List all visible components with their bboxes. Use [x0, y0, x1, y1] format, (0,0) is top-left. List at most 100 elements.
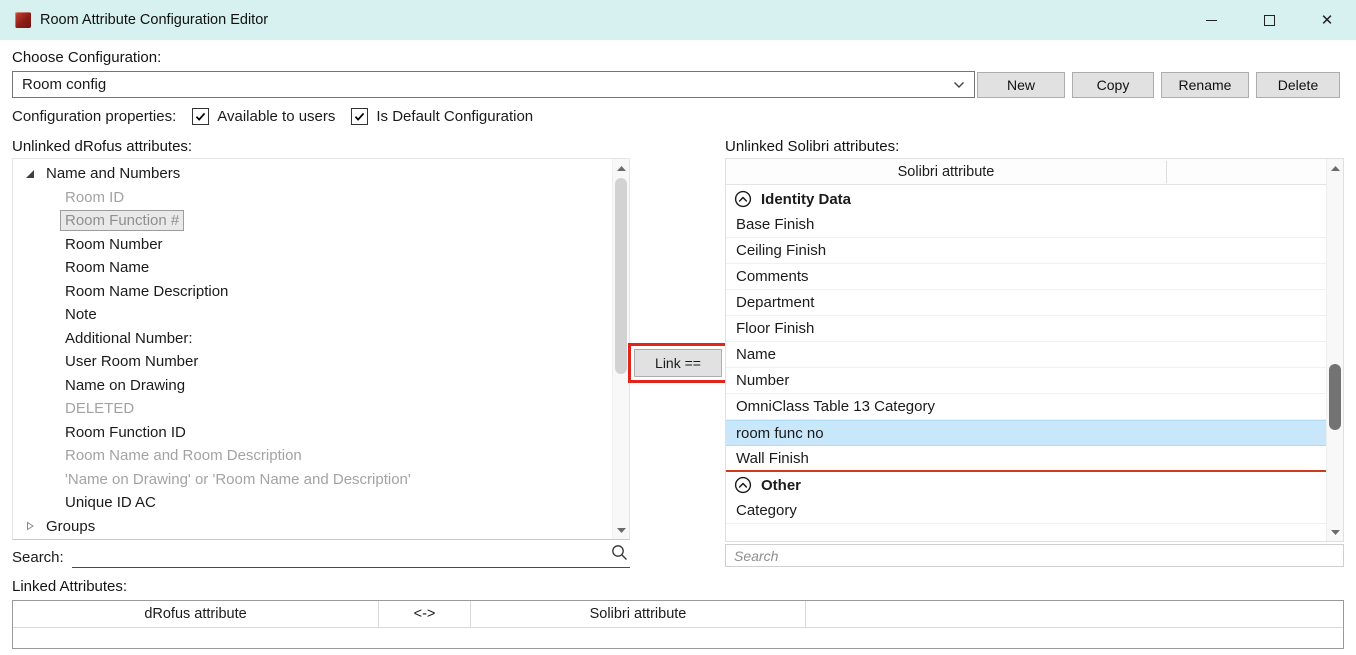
scroll-down-icon[interactable] — [613, 522, 630, 538]
left-scrollbar[interactable] — [612, 159, 629, 539]
tree-item-label: Room Name Description — [65, 283, 228, 300]
list-item-name[interactable]: Name — [726, 342, 1326, 368]
tree-item-room-name[interactable]: Room Name — [13, 256, 612, 280]
tree-item-label: Groups — [46, 518, 95, 535]
available-to-users-label: Available to users — [217, 108, 335, 125]
scroll-up-icon[interactable] — [613, 160, 630, 176]
drofus-search-input[interactable] — [72, 545, 606, 566]
scroll-down-icon[interactable] — [1327, 524, 1344, 540]
check-icon — [194, 110, 207, 123]
tree-item-room-name-description[interactable]: Room Name Description — [13, 280, 612, 304]
tree-item-label: Unique ID AC — [65, 494, 156, 511]
list-item-room-func-no[interactable]: room func no — [726, 420, 1326, 446]
list-item-label: Name — [736, 346, 776, 363]
titlebar: Room Attribute Configuration Editor ✕ — [0, 0, 1356, 40]
list-item-label: Category — [736, 502, 797, 519]
tree-item-room-name-and-room-description[interactable]: Room Name and Room Description — [13, 444, 612, 468]
list-item-omniclass-table-13-category[interactable]: OmniClass Table 13 Category — [726, 394, 1326, 420]
linked-column-header-3 — [806, 601, 1343, 627]
tree-item-label: DELETED — [65, 400, 134, 417]
list-item-label: room func no — [736, 425, 824, 442]
right-scrollbar-thumb[interactable] — [1329, 364, 1341, 430]
tree-item-name-and-numbers[interactable]: Name and Numbers — [13, 162, 612, 186]
minimize-button[interactable] — [1182, 0, 1240, 40]
tree-item-room-number[interactable]: Room Number — [13, 233, 612, 257]
linked-column-header-1: <-> — [379, 601, 471, 627]
close-button[interactable]: ✕ — [1298, 0, 1356, 40]
list-item-number[interactable]: Number — [726, 368, 1326, 394]
tree-item-label: Note — [65, 306, 97, 323]
tree-item-label: Room Function ID — [65, 424, 186, 441]
collapse-circle-chevron-icon[interactable] — [734, 476, 752, 494]
list-item-wall-finish[interactable]: Wall Finish — [726, 446, 1326, 472]
linked-table-header: dRofus attribute<->Solibri attribute — [13, 601, 1343, 628]
solibri-search-input[interactable] — [734, 548, 1335, 564]
configuration-properties-label: Configuration properties: — [12, 108, 176, 125]
group-row-other[interactable]: Other — [726, 472, 1326, 498]
list-item-ceiling-finish[interactable]: Ceiling Finish — [726, 238, 1326, 264]
list-item-label: Base Finish — [736, 216, 814, 233]
tree-item-additional-number[interactable]: Additional Number: — [13, 327, 612, 351]
rename-button[interactable]: Rename — [1161, 72, 1249, 98]
tree-item-unique-id-ac[interactable]: Unique ID AC — [13, 491, 612, 515]
list-item-floor-finish[interactable]: Floor Finish — [726, 316, 1326, 342]
solibri-list-header: Solibri attribute — [726, 159, 1326, 185]
right-scrollbar[interactable] — [1326, 159, 1343, 541]
available-to-users-checkbox[interactable] — [192, 108, 209, 125]
unlinked-solibri-attributes-label: Unlinked Solibri attributes: — [725, 138, 899, 155]
linked-attributes-label: Linked Attributes: — [12, 578, 127, 595]
drofus-search-row: Search: — [12, 545, 630, 568]
tree-item-groups[interactable]: Groups — [13, 515, 612, 539]
collapse-circle-chevron-icon[interactable] — [734, 190, 752, 208]
tree-item-label: Room Function # — [60, 210, 184, 231]
solibri-attribute-column-header[interactable]: Solibri attribute — [726, 159, 1166, 185]
window-controls: ✕ — [1182, 0, 1356, 40]
choose-configuration-label: Choose Configuration: — [12, 49, 161, 66]
list-item-label: Comments — [736, 268, 809, 285]
tree-item-name-on-drawing[interactable]: Name on Drawing — [13, 374, 612, 398]
tree-item-label: Name on Drawing — [65, 377, 185, 394]
list-item-label: Wall Finish — [736, 450, 809, 467]
configuration-dropdown-value: Room config — [22, 76, 106, 93]
list-item-comments[interactable]: Comments — [726, 264, 1326, 290]
collapsed-triangle-icon[interactable] — [25, 521, 39, 531]
group-row-identity-data[interactable]: Identity Data — [726, 186, 1326, 212]
chevron-down-icon — [953, 81, 965, 89]
tree-item-room-function-id[interactable]: Room Function ID — [13, 421, 612, 445]
solibri-attributes-panel: Solibri attribute Identity Data Base Fini… — [725, 158, 1344, 542]
is-default-configuration-checkbox[interactable] — [351, 108, 368, 125]
maximize-button[interactable] — [1240, 0, 1298, 40]
left-scrollbar-thumb[interactable] — [615, 178, 627, 374]
search-icon — [611, 544, 628, 565]
linked-column-header-2: Solibri attribute — [471, 601, 806, 627]
tree-item-user-room-number[interactable]: User Room Number — [13, 350, 612, 374]
unlinked-drofus-attributes-label: Unlinked dRofus attributes: — [12, 138, 192, 155]
app-icon — [15, 12, 31, 28]
linked-column-header-0: dRofus attribute — [13, 601, 379, 627]
drofus-search-field — [72, 545, 630, 568]
tree-item-room-id[interactable]: Room ID — [13, 186, 612, 210]
expanded-triangle-icon[interactable] — [25, 169, 39, 179]
list-item-category[interactable]: Category — [726, 498, 1326, 524]
drofus-attribute-tree: Name and NumbersRoom IDRoom Function #Ro… — [13, 162, 612, 538]
drofus-attributes-panel: Name and NumbersRoom IDRoom Function #Ro… — [12, 158, 630, 540]
tree-item-name-on-drawing-or-room-name-and-description[interactable]: 'Name on Drawing' or 'Room Name and Desc… — [13, 468, 612, 492]
tree-item-label: Room ID — [65, 189, 124, 206]
list-item-label: OmniClass Table 13 Category — [736, 398, 935, 415]
delete-button[interactable]: Delete — [1256, 72, 1340, 98]
close-icon: ✕ — [1321, 13, 1334, 28]
solibri-search-field — [725, 544, 1344, 567]
tree-item-room-function-#[interactable]: Room Function # — [13, 209, 612, 233]
configuration-dropdown[interactable]: Room config — [12, 71, 975, 98]
scroll-up-icon[interactable] — [1327, 160, 1344, 176]
check-icon — [353, 110, 366, 123]
copy-button[interactable]: Copy — [1072, 72, 1154, 98]
linked-attributes-table: dRofus attribute<->Solibri attribute — [12, 600, 1344, 649]
configuration-properties-row: Configuration properties: Available to u… — [12, 106, 533, 127]
tree-item-deleted[interactable]: DELETED — [13, 397, 612, 421]
list-item-base-finish[interactable]: Base Finish — [726, 212, 1326, 238]
link-button[interactable]: Link == — [634, 349, 722, 377]
list-item-department[interactable]: Department — [726, 290, 1326, 316]
new-button[interactable]: New — [977, 72, 1065, 98]
tree-item-note[interactable]: Note — [13, 303, 612, 327]
